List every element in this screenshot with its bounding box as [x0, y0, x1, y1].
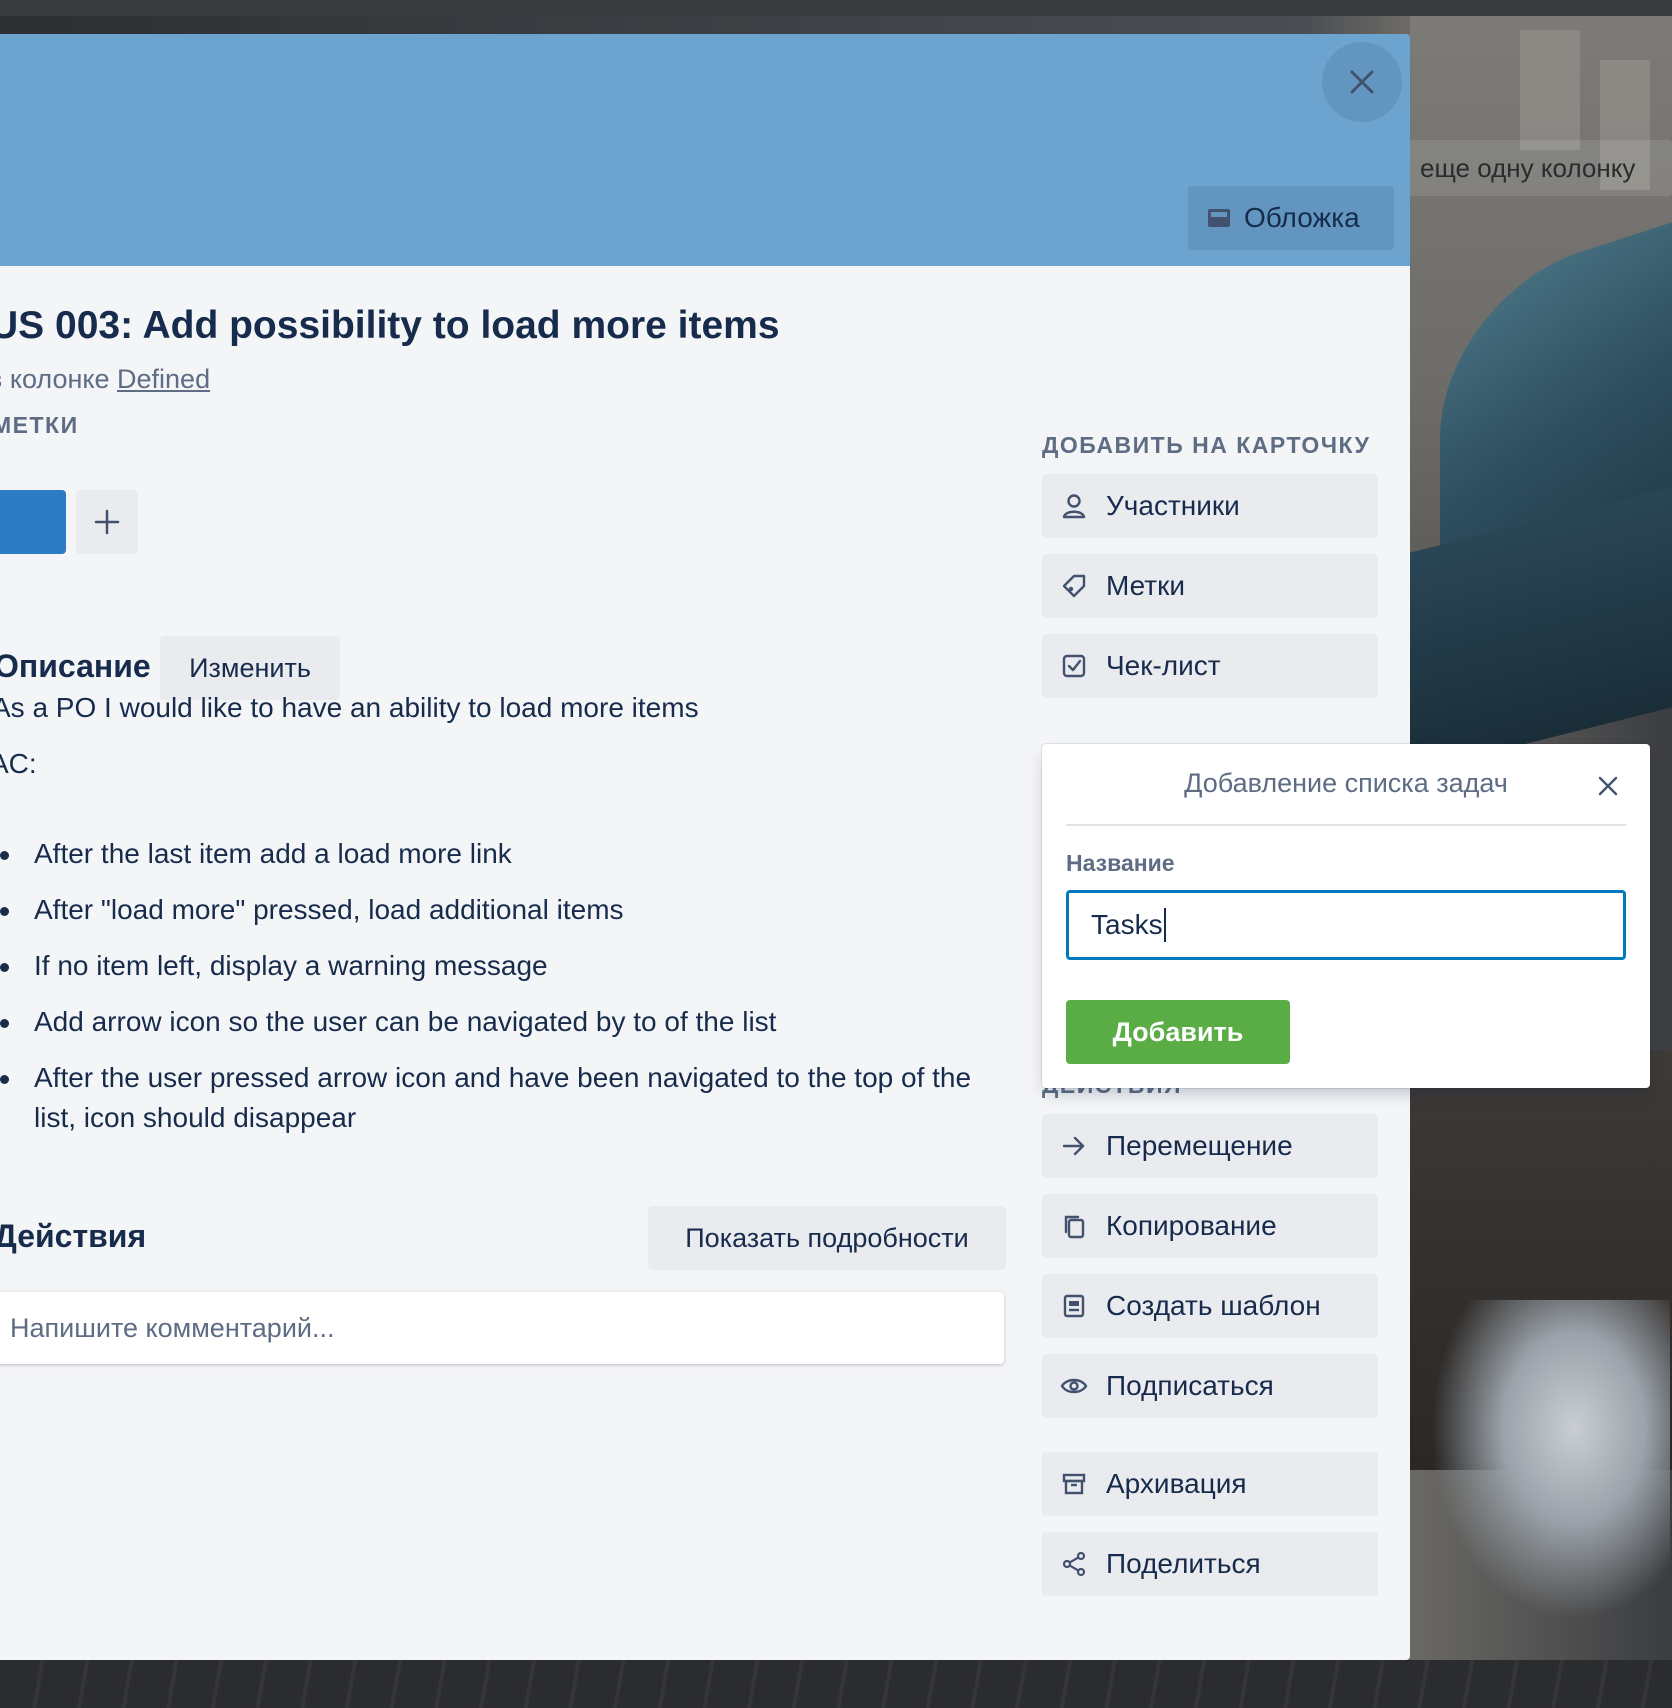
cover-button-label: Обложка: [1244, 202, 1360, 233]
show-details-button[interactable]: Показать подробности: [648, 1206, 1006, 1270]
sidebar-item-label: Метки: [1106, 570, 1185, 601]
add-checklist-popover: Добавление списка задач Название Tasks Д…: [1042, 744, 1650, 1088]
tag-icon: [1060, 572, 1088, 600]
cover-icon: [1208, 209, 1230, 227]
edit-description-button[interactable]: Изменить: [160, 636, 340, 700]
description-bullet: If no item left, display a warning messa…: [0, 946, 990, 986]
close-card-button[interactable]: [1322, 42, 1402, 122]
checklist-title-value: Tasks: [1091, 909, 1163, 940]
plus-icon: [94, 509, 120, 535]
popover-divider: [1066, 824, 1626, 826]
card-title[interactable]: US 003: Add possibility to load more ite…: [0, 304, 780, 348]
background-window: [1520, 30, 1580, 150]
sidebar-archive-button[interactable]: Архивация: [1042, 1452, 1378, 1516]
card-detail-modal: Обложка US 003: Add possibility to load …: [0, 34, 1650, 1660]
sidebar-item-label: Подписаться: [1106, 1370, 1274, 1401]
checklist-title-label: Название: [1066, 850, 1175, 876]
add-to-card-heading: ДОБАВИТЬ НА КАРТОЧКУ: [1042, 432, 1371, 458]
archive-icon: [1060, 1470, 1088, 1498]
sidebar-item-label: Перемещение: [1106, 1130, 1293, 1161]
sidebar-checklist-button[interactable]: Чек-лист: [1042, 634, 1378, 698]
person-icon: [1060, 492, 1088, 520]
card-cover: Обложка: [0, 34, 1410, 266]
checklist-title-input[interactable]: Tasks: [1066, 890, 1626, 960]
activity-heading: Действия: [0, 1218, 147, 1254]
cover-button[interactable]: Обложка: [1188, 186, 1394, 250]
add-list-label: еще одну колонку: [1420, 153, 1636, 183]
sidebar-copy-button[interactable]: Копирование: [1042, 1194, 1378, 1258]
close-icon: [1598, 776, 1618, 796]
text-caret: [1163, 908, 1166, 942]
background-bicycle: [1430, 1300, 1670, 1620]
copy-icon: [1060, 1212, 1088, 1240]
sidebar-item-label: Копирование: [1106, 1210, 1277, 1241]
description-intro: As a PO I would like to have an ability …: [0, 692, 699, 723]
sidebar-item-label: Чек-лист: [1106, 650, 1221, 681]
sidebar-template-button[interactable]: Создать шаблон: [1042, 1274, 1378, 1338]
board-top-strip: [0, 0, 1672, 16]
close-icon: [1350, 70, 1374, 94]
description-bullet: After the user pressed arrow icon and ha…: [0, 1058, 990, 1138]
sidebar-item-label: Участники: [1106, 490, 1240, 521]
background-ground: [0, 1660, 1672, 1708]
description-bullet: After "load more" pressed, load addition…: [0, 890, 990, 930]
description-ac-label: AC:: [0, 748, 37, 779]
description-bullet: Add arrow icon so the user can be naviga…: [0, 1002, 990, 1042]
sidebar-members-button[interactable]: Участники: [1042, 474, 1378, 538]
labels-heading: МЕТКИ: [0, 412, 79, 438]
sidebar-item-label: Создать шаблон: [1106, 1290, 1321, 1321]
list-name-link[interactable]: Defined: [117, 364, 210, 394]
comment-input[interactable]: Напишите комментарий...: [0, 1292, 1004, 1364]
in-list-prefix: в колонке: [0, 364, 110, 394]
eye-icon: [1060, 1372, 1088, 1400]
sidebar-item-label: Поделиться: [1106, 1548, 1261, 1579]
card-list-info: в колонке Defined: [0, 364, 210, 395]
sidebar-item-label: Архивация: [1106, 1468, 1247, 1499]
add-label-button[interactable]: [76, 490, 138, 554]
template-icon: [1060, 1292, 1088, 1320]
popover-title: Добавление списка задач: [1184, 768, 1508, 798]
sidebar-watch-button[interactable]: Подписаться: [1042, 1354, 1378, 1418]
popover-close-button[interactable]: [1588, 766, 1628, 806]
sidebar-move-button[interactable]: Перемещение: [1042, 1114, 1378, 1178]
add-list-button[interactable]: еще одну колонку: [1402, 140, 1672, 196]
share-icon: [1060, 1550, 1088, 1578]
description-heading: Описание: [0, 648, 151, 684]
checkbox-icon: [1060, 652, 1088, 680]
sidebar-labels-button[interactable]: Метки: [1042, 554, 1378, 618]
description-bullet-list: After the last item add a load more link…: [0, 834, 990, 1154]
sidebar-share-button[interactable]: Поделиться: [1042, 1532, 1378, 1596]
description-bullet: After the last item add a load more link: [0, 834, 990, 874]
arrow-right-icon: [1060, 1132, 1088, 1160]
card-label-chip[interactable]: [0, 490, 66, 554]
add-checklist-button[interactable]: Добавить: [1066, 1000, 1290, 1064]
